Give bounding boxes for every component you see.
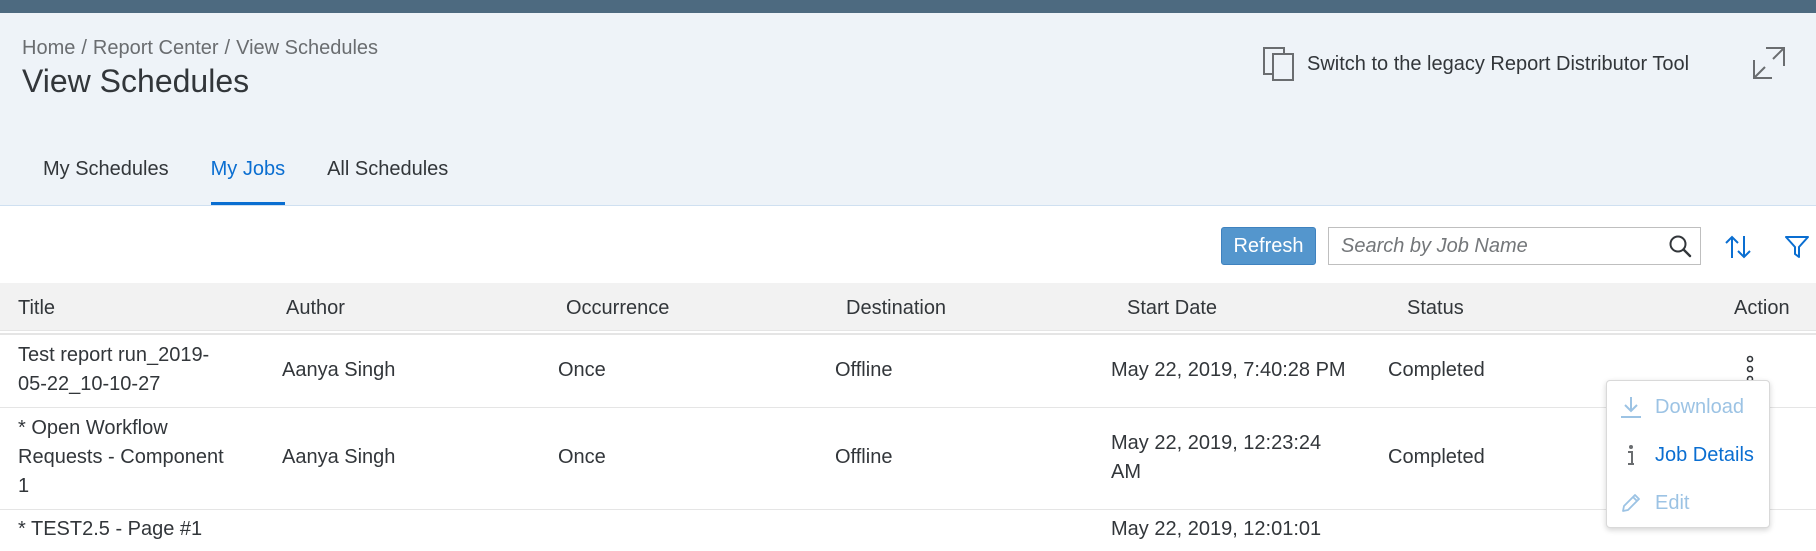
fullscreen-icon[interactable] xyxy=(1752,46,1786,85)
column-header-action: Action xyxy=(1734,297,1790,319)
menu-item-label: Job Details xyxy=(1655,443,1754,466)
table-row[interactable]: * Open Workflow Requests - Component 1 A… xyxy=(0,409,1816,510)
download-icon xyxy=(1607,395,1655,419)
cell-title: * Open Workflow Requests - Component 1 xyxy=(18,414,224,501)
cell-destination: Offline xyxy=(835,359,893,381)
menu-item-job-details[interactable]: Job Details xyxy=(1607,433,1769,477)
cell-author: Aanya Singh xyxy=(282,446,396,468)
menu-item-download[interactable]: Download xyxy=(1607,385,1769,429)
tab-bar: My Schedules My Jobs All Schedules xyxy=(22,153,469,205)
column-header-occurrence[interactable]: Occurrence xyxy=(566,297,669,320)
column-header-destination[interactable]: Destination xyxy=(846,297,946,320)
breadcrumb-home[interactable]: Home xyxy=(22,37,75,59)
legacy-tool-link[interactable]: Switch to the legacy Report Distributor … xyxy=(1262,46,1689,82)
cell-title: Test report run_2019- 05-22_10-10-27 xyxy=(18,341,209,399)
table-row[interactable]: Test report run_2019- 05-22_10-10-27 Aan… xyxy=(0,335,1816,408)
cell-title-line: Test report run_2019- xyxy=(18,344,210,366)
cell-start-date: May 22, 2019, 12:01:01 xyxy=(1111,515,1321,544)
menu-item-label: Download xyxy=(1655,395,1744,418)
cell-title-line: 05-22_10-10-27 xyxy=(18,373,161,395)
breadcrumb-separator: / xyxy=(81,37,87,59)
tab-my-schedules[interactable]: My Schedules xyxy=(22,153,190,205)
table-toolbar: Refresh xyxy=(0,227,1816,267)
menu-item-edit[interactable]: Edit xyxy=(1607,481,1769,525)
search-field[interactable] xyxy=(1328,227,1701,265)
breadcrumb: Home / Report Center / View Schedules xyxy=(22,37,378,60)
breadcrumb-current: View Schedules xyxy=(236,37,379,59)
cell-start-date-line: May 22, 2019, 12:23:24 xyxy=(1111,432,1322,454)
cell-status: Completed xyxy=(1388,446,1485,468)
filter-icon[interactable] xyxy=(1784,234,1810,265)
action-menu: Download Job Details Edit xyxy=(1606,380,1770,528)
cell-title-line: 1 xyxy=(18,475,30,497)
column-header-start-date[interactable]: Start Date xyxy=(1127,297,1217,320)
cell-start-date: May 22, 2019, 7:40:28 PM xyxy=(1111,356,1346,385)
cell-start-date-line: May 22, 2019, 12:01:01 xyxy=(1111,518,1322,540)
cell-occurrence: Once xyxy=(558,446,606,468)
search-input[interactable] xyxy=(1329,228,1660,264)
cell-start-date-line: AM xyxy=(1111,461,1141,483)
info-icon xyxy=(1607,444,1655,466)
refresh-button[interactable]: Refresh xyxy=(1221,227,1316,265)
page-header: Home / Report Center / View Schedules View S… xyxy=(0,13,1816,205)
cell-status: Completed xyxy=(1388,359,1485,381)
cell-start-date: May 22, 2019, 12:23:24 AM xyxy=(1111,429,1321,487)
pencil-icon xyxy=(1607,492,1655,514)
cell-destination: Offline xyxy=(835,446,893,468)
cell-occurrence: Once xyxy=(558,359,606,381)
cell-title: * TEST2.5 - Page #1 xyxy=(18,515,202,544)
search-icon[interactable] xyxy=(1660,234,1700,258)
column-header-author[interactable]: Author xyxy=(286,297,345,320)
sort-icon[interactable] xyxy=(1724,234,1752,265)
column-header-title[interactable]: Title xyxy=(18,297,55,320)
tab-all-schedules[interactable]: All Schedules xyxy=(306,153,469,205)
header-divider xyxy=(0,205,1816,206)
shell-bar xyxy=(0,0,1816,13)
cell-author: Aanya Singh xyxy=(282,359,396,381)
breadcrumb-report-center[interactable]: Report Center xyxy=(93,37,219,59)
cell-title-line: Requests - Component xyxy=(18,446,224,468)
cell-title-line: * TEST2.5 - Page #1 xyxy=(18,518,203,540)
table-header: Title Author Occurrence Destination Star… xyxy=(0,283,1816,331)
column-header-status[interactable]: Status xyxy=(1407,297,1464,320)
copy-icon xyxy=(1263,47,1294,81)
legacy-tool-label: Switch to the legacy Report Distributor … xyxy=(1307,52,1690,75)
table-row[interactable]: * TEST2.5 - Page #1 May 22, 2019, 12:01:… xyxy=(0,511,1816,551)
breadcrumb-separator: / xyxy=(224,37,231,59)
cell-title-line: * Open Workflow xyxy=(18,417,168,439)
menu-item-label: Edit xyxy=(1655,491,1690,514)
page-title: View Schedules xyxy=(22,63,250,99)
cell-start-date-line: May 22, 2019, 7:40:28 PM xyxy=(1111,359,1346,381)
tab-my-jobs[interactable]: My Jobs xyxy=(190,153,306,205)
